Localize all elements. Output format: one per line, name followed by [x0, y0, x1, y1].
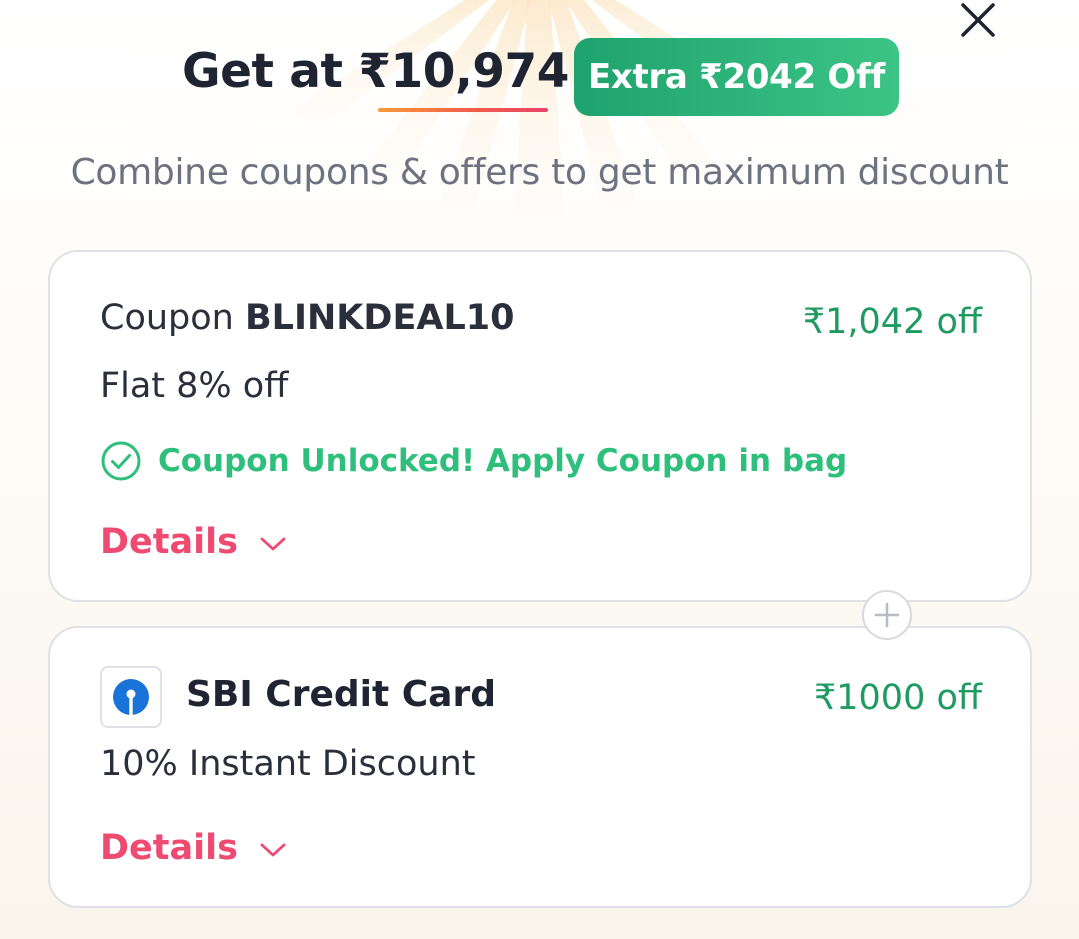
plus-circle-icon — [862, 590, 912, 640]
chevron-down-icon — [260, 537, 286, 551]
coupon-status-text: Coupon Unlocked! Apply Coupon in bag — [158, 443, 848, 479]
details-label: Details — [100, 828, 238, 868]
bank-details-toggle[interactable]: Details — [100, 828, 286, 868]
bank-offer-description: 10% Instant Discount — [100, 744, 476, 784]
sbi-logo-icon — [100, 666, 162, 728]
extra-off-badge: Extra ₹2042 Off — [574, 38, 899, 116]
coupon-discount-amount: ₹1,042 off — [802, 302, 982, 342]
details-label: Details — [100, 522, 238, 562]
coupon-details-toggle[interactable]: Details — [100, 522, 286, 562]
bank-offer-card: SBI Credit Card ₹1000 off 10% Instant Di… — [48, 626, 1032, 908]
final-price: Get at ₹10,974 — [182, 44, 569, 99]
check-circle-icon — [101, 441, 141, 481]
close-button[interactable] — [956, 0, 1000, 40]
coupon-code: BLINKDEAL10 — [244, 298, 515, 338]
coupon-offer-card: Coupon BLINKDEAL10 ₹1,042 off Flat 8% of… — [48, 250, 1032, 602]
offer-subtitle: Combine coupons & offers to get maximum … — [70, 152, 1009, 193]
coupon-status: Coupon Unlocked! Apply Coupon in bag — [100, 440, 847, 482]
close-icon — [961, 3, 995, 37]
price-underline — [378, 108, 548, 112]
coupon-title: Coupon BLINKDEAL10 — [100, 298, 514, 338]
bank-name: SBI Credit Card — [186, 674, 496, 715]
coupon-description: Flat 8% off — [100, 366, 289, 406]
bank-discount-amount: ₹1000 off — [814, 678, 982, 718]
chevron-down-icon — [260, 843, 286, 857]
coupon-prefix: Coupon — [100, 298, 245, 338]
offer-header: Get at ₹10,974 Extra ₹2042 Off — [0, 38, 1079, 118]
